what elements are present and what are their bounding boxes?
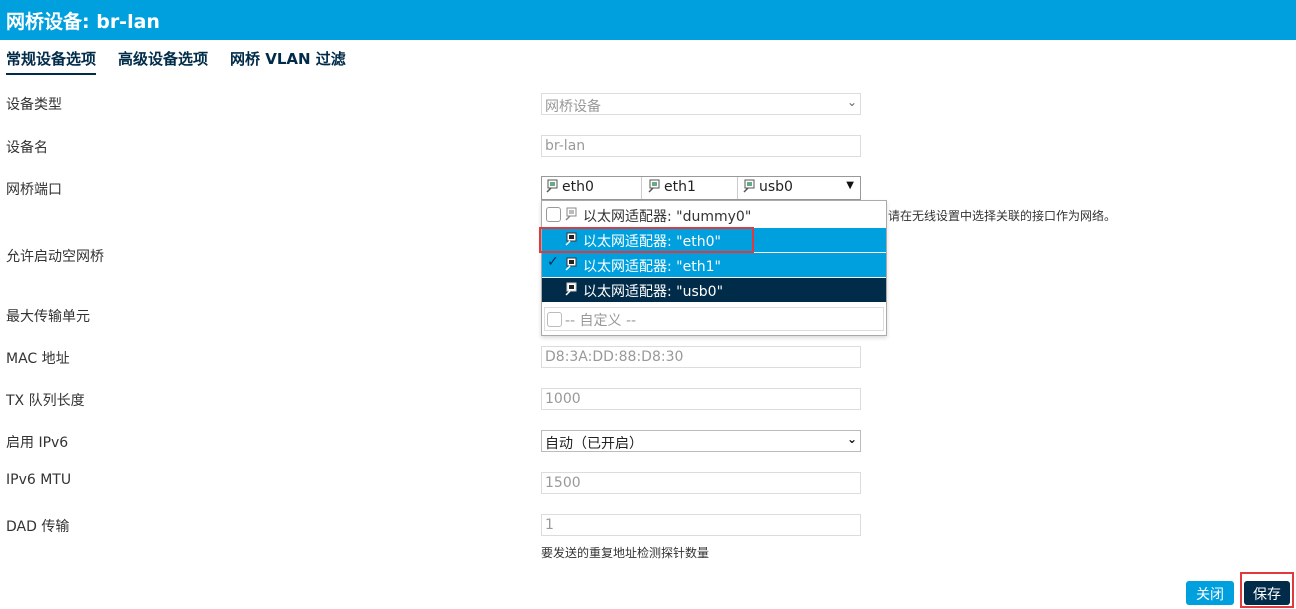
- tab-advanced-options[interactable]: 高级设备选项: [118, 48, 208, 73]
- bridge-ports-dropdown: 以太网适配器: "dummy0" 以太网适配器: "eth0" ✓ 以太网适配器…: [541, 200, 887, 336]
- ipv6-label: 启用 IPv6: [6, 435, 69, 451]
- option-label: 以太网适配器: "eth0": [583, 234, 721, 250]
- dad-hint: 要发送的重复地址检测探针数量: [541, 546, 710, 560]
- device-type-select[interactable]: 网桥设备 ⌄: [541, 93, 861, 115]
- custom-placeholder: -- 自定义 --: [565, 313, 637, 329]
- checkbox[interactable]: [547, 312, 562, 327]
- option-eth1[interactable]: ✓ 以太网适配器: "eth1": [542, 253, 886, 277]
- network-adapter-icon: [647, 179, 661, 193]
- mac-input[interactable]: D8:3A:DD:88:D8:30: [541, 346, 861, 368]
- save-button[interactable]: 保存: [1244, 581, 1290, 605]
- network-adapter-icon: [564, 282, 578, 300]
- ipv6-mtu-label: IPv6 MTU: [6, 472, 72, 488]
- port-divider: [641, 177, 642, 199]
- txqueuelen-placeholder: 1000: [545, 391, 581, 407]
- dad-placeholder: 1: [545, 517, 554, 533]
- option-label: 以太网适配器: "usb0": [583, 284, 724, 300]
- tab-bridge-vlan-filter[interactable]: 网桥 VLAN 过滤: [230, 48, 346, 73]
- port-chip-eth0: eth0: [545, 179, 594, 195]
- device-name-label: 设备名: [6, 140, 48, 156]
- ipv6-mtu-input[interactable]: 1500: [541, 472, 861, 494]
- network-adapter-icon: [564, 257, 578, 275]
- option-usb0[interactable]: 以太网适配器: "usb0": [542, 278, 886, 302]
- option-eth0[interactable]: 以太网适配器: "eth0": [542, 228, 886, 252]
- dad-label: DAD 传输: [6, 519, 70, 535]
- close-button[interactable]: 关闭: [1186, 581, 1234, 605]
- bridge-ports-hint: 请在无线设置中选择关联的接口作为网络。: [888, 209, 1117, 223]
- dad-input[interactable]: 1: [541, 514, 861, 536]
- port-chip-eth1: eth1: [647, 179, 696, 195]
- port-divider: [737, 177, 738, 199]
- device-type-value: 网桥设备: [545, 99, 601, 115]
- modal-title: 网桥设备: br-lan: [6, 11, 160, 33]
- txqueuelen-input[interactable]: 1000: [541, 388, 861, 410]
- mac-label: MAC 地址: [6, 351, 70, 367]
- bridge-ports-label: 网桥端口: [6, 182, 62, 198]
- tab-general-options[interactable]: 常规设备选项: [6, 48, 97, 75]
- checkbox[interactable]: [546, 232, 561, 247]
- option-dummy0[interactable]: 以太网适配器: "dummy0": [542, 203, 886, 227]
- ipv6-select[interactable]: 自动（已开启） ⌄: [541, 430, 861, 452]
- network-adapter-icon: [564, 207, 578, 225]
- network-adapter-icon: [545, 179, 559, 193]
- mtu-label: 最大传输单元: [6, 309, 90, 325]
- allow-empty-bridge-label: 允许启动空网桥: [6, 249, 104, 265]
- caret-down-icon[interactable]: ▼: [846, 180, 854, 191]
- device-name-value: br-lan: [545, 138, 586, 154]
- modal-header: 网桥设备: br-lan: [0, 0, 1296, 40]
- txqueuelen-label: TX 队列长度: [6, 393, 85, 409]
- checkbox[interactable]: [546, 207, 561, 222]
- network-adapter-icon: [742, 179, 756, 193]
- chevron-down-icon: ⌄: [846, 95, 857, 109]
- ipv6-mtu-placeholder: 1500: [545, 475, 581, 491]
- device-name-input[interactable]: br-lan: [541, 135, 861, 157]
- device-type-label: 设备类型: [6, 97, 62, 113]
- check-icon[interactable]: ✓: [547, 254, 559, 270]
- ipv6-value: 自动（已开启）: [545, 436, 643, 452]
- port-chip-usb0: usb0: [742, 179, 793, 195]
- network-adapter-icon: [564, 232, 578, 250]
- chevron-down-icon: ⌄: [846, 432, 857, 446]
- custom-port-input[interactable]: -- 自定义 --: [544, 307, 884, 331]
- option-label: 以太网适配器: "eth1": [583, 259, 721, 275]
- mac-placeholder: D8:3A:DD:88:D8:30: [545, 349, 684, 365]
- bridge-ports-multiselect[interactable]: eth0 eth1 usb0 ▼: [541, 176, 861, 200]
- option-label: 以太网适配器: "dummy0": [583, 209, 752, 225]
